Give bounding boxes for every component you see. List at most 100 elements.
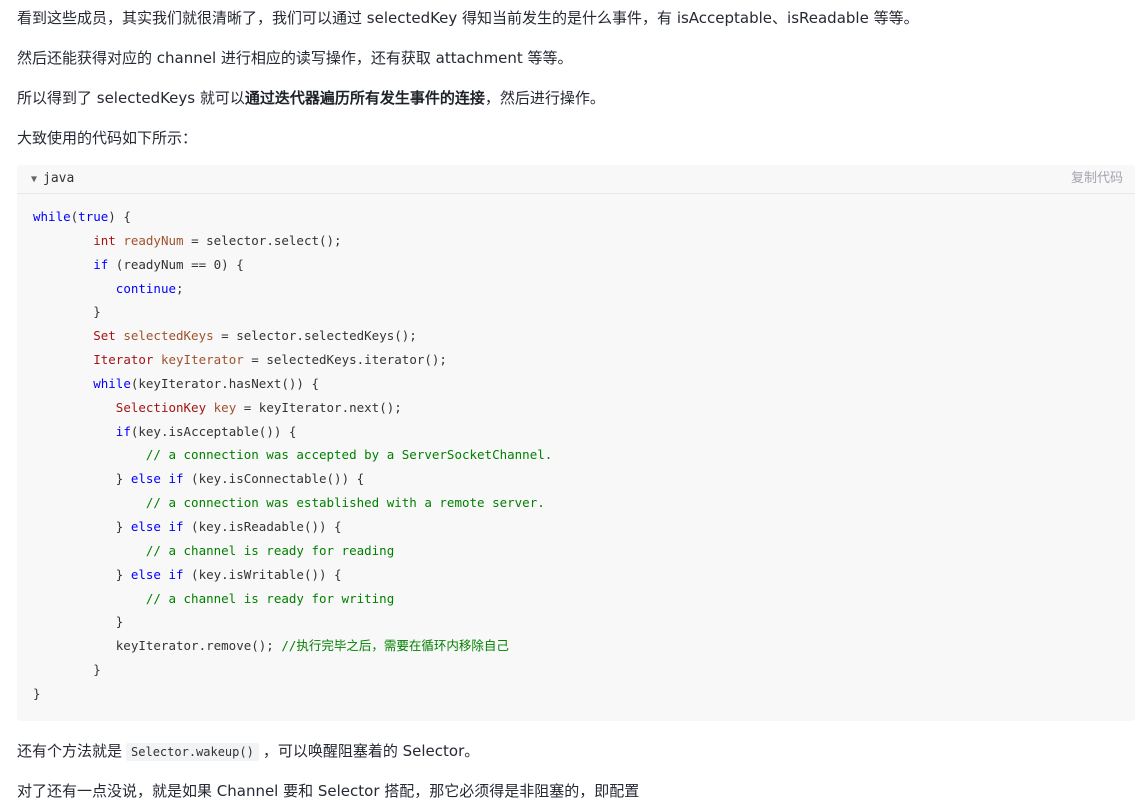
paragraph-3-text-after: ，然后进行操作。 [484,89,605,107]
code-line: while(keyIterator.hasNext()) { [33,372,552,396]
code-token: else if [130,471,184,487]
code-token: } [33,518,131,534]
code-token: Set [93,328,116,344]
code-line: int readyNum = selector.select(); [33,229,552,253]
paragraph-2: 然后还能获得对应的 channel 进行相应的读写操作，还有获取 attachm… [17,47,573,69]
code-line: // a channel is ready for writing [33,587,552,611]
code-token: (key.isAcceptable()) { [130,423,297,439]
code-token: true [78,209,109,224]
paragraph-5-text-after: ，可以唤醒阻塞着的 Selector。 [262,742,480,760]
code-token: keyIterator [160,352,244,368]
code-line: continue; [33,277,552,301]
code-line: } [33,658,552,682]
paragraph-1: 看到这些成员，其实我们就很清晰了，我们可以通过 selectedKey 得知当前… [17,7,919,29]
paragraph-3-bold-text: 通过迭代器遍历所有发生事件的连接 [244,89,485,107]
code-line: keyIterator.remove(); //执行完毕之后，需要在循环内移除自… [33,634,552,658]
code-content: while(true) { int readyNum = selector.se… [33,205,552,706]
code-token: int [93,232,116,248]
code-line: if (readyNum == 0) { [33,253,552,277]
code-block: ▼ java 复制代码 while(true) { int readyNum = … [17,165,1135,721]
paragraph-5-text-before: 还有个方法就是 [17,742,123,760]
code-line: // a connection was established with a r… [33,491,552,515]
code-token: // a channel is ready for writing [145,590,395,606]
code-line: SelectionKey key = keyIterator.next(); [33,396,552,420]
code-token: (key.isWritable()) { [183,566,342,582]
code-token: Iterator [93,352,154,368]
code-token: (key.isReadable()) { [183,518,342,534]
code-line: while(true) { [33,205,552,229]
code-token: ; [176,280,184,296]
code-token: ) { [108,209,131,224]
paragraph-4-text: 大致使用的代码如下所示： [17,129,198,147]
code-token: key [213,399,237,415]
code-token: (keyIterator.hasNext()) { [130,375,320,391]
code-token: keyIterator.remove(); [33,638,282,654]
code-token: } [33,614,124,630]
code-line: } [33,682,552,706]
code-token: if [93,256,109,272]
code-language-toggle[interactable]: ▼ java [31,171,74,188]
inline-code: Selector.wakeup() [126,743,259,761]
paragraph-3: 所以得到了 selectedKeys 就可以通过迭代器遍历所有发生事件的连接，然… [17,87,605,109]
code-token: continue [115,280,177,296]
code-token: //执行完毕之后，需要在循环内移除自己 [281,638,509,654]
code-token: } [33,685,41,701]
copy-code-button[interactable]: 复制代码 [1071,171,1123,187]
code-token: // a connection was accepted by a Server… [145,447,553,463]
code-line: // a connection was accepted by a Server… [33,443,552,467]
code-token: = selector.selectedKeys(); [213,328,417,344]
paragraph-6: 对了还有一点没说，就是如果 Channel 要和 Selector 搭配，那它必… [17,780,639,802]
paragraph-6-text: 对了还有一点没说，就是如果 Channel 要和 Selector 搭配，那它必… [17,782,640,800]
code-token: } [33,304,101,320]
code-token: if [115,423,131,439]
code-token: = selector.select(); [183,232,342,248]
paragraph-5: 还有个方法就是 Selector.wakeup() ，可以唤醒阻塞着的 Select… [17,740,479,762]
code-token: // a channel is ready for reading [145,542,395,558]
code-line: } else if (key.isWritable()) { [33,563,552,587]
code-token: (key.isConnectable()) { [183,471,365,487]
code-language-label: java [43,171,75,186]
code-token: } [33,471,131,487]
code-block-header: ▼ java 复制代码 [17,165,1135,194]
code-token: } [33,662,101,678]
code-line: // a channel is ready for reading [33,539,552,563]
paragraph-3-text-before: 所以得到了 selectedKeys 就可以 [17,89,245,107]
code-line: if(key.isAcceptable()) { [33,420,552,444]
paragraph-2-text: 然后还能获得对应的 channel 进行相应的读写操作，还有获取 attachm… [17,49,573,67]
paragraph-4: 大致使用的代码如下所示： [17,127,197,149]
code-token: } [33,566,131,582]
code-token: SelectionKey [115,399,207,415]
code-line: } [33,300,552,324]
code-token: = selectedKeys.iterator(); [243,352,447,368]
code-token: selectedKeys [123,328,214,344]
code-line: Set selectedKeys = selector.selectedKeys… [33,324,552,348]
code-token: else if [130,566,184,582]
code-token: while [33,209,71,224]
collapse-caret-icon[interactable]: ▼ [31,174,37,185]
code-token: // a connection was established with a r… [145,495,545,511]
code-line: } else if (key.isConnectable()) { [33,467,552,491]
code-token: else if [130,518,184,534]
code-token: (readyNum == 0) { [108,256,244,272]
code-line: } else if (key.isReadable()) { [33,515,552,539]
code-line: } [33,610,552,634]
code-token: = keyIterator.next(); [236,399,402,415]
paragraph-1-text: 看到这些成员，其实我们就很清晰了，我们可以通过 selectedKey 得知当前… [17,9,919,27]
code-token: while [93,375,131,391]
code-line: Iterator keyIterator = selectedKeys.iter… [33,348,552,372]
code-token: readyNum [123,232,184,248]
